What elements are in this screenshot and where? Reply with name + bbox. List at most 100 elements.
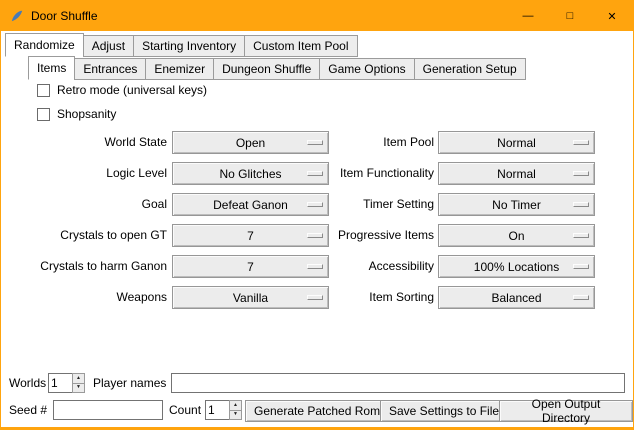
dropdown-value: Vanilla xyxy=(233,291,268,305)
tab-adjust[interactable]: Adjust xyxy=(83,35,134,57)
dropdown-value: 100% Locations xyxy=(474,260,559,274)
count-spinner-buttons: ▲ ▼ xyxy=(229,400,242,420)
shopsanity-checkbox[interactable]: Shopsanity xyxy=(37,106,116,122)
tab-custom-item-pool[interactable]: Custom Item Pool xyxy=(244,35,357,57)
generate-patched-rom-button[interactable]: Generate Patched Rom xyxy=(245,400,389,422)
dropdown-indicator-icon xyxy=(573,171,589,176)
worlds-spinner-buttons: ▲ ▼ xyxy=(72,373,85,393)
count-spinner-up[interactable]: ▲ xyxy=(229,400,242,411)
save-settings-button[interactable]: Save Settings to File xyxy=(380,400,508,422)
seed-label: Seed # xyxy=(9,397,47,423)
logic-level-dropdown[interactable]: No Glitches xyxy=(172,162,329,185)
worlds-spinner: ▲ ▼ xyxy=(48,373,85,393)
item-pool-dropdown[interactable]: Normal xyxy=(438,131,595,154)
crystals-harm-ganon-label: Crystals to harm Ganon xyxy=(1,251,167,282)
open-output-directory-button[interactable]: Open Output Directory xyxy=(499,400,633,422)
dropdown-value: 7 xyxy=(247,260,254,274)
tab-dungeon-shuffle[interactable]: Dungeon Shuffle xyxy=(213,58,320,80)
dropdown-value: Open xyxy=(236,136,265,150)
logic-level-label: Logic Level xyxy=(1,158,167,189)
dropdown-indicator-icon xyxy=(573,233,589,238)
item-functionality-dropdown[interactable]: Normal xyxy=(438,162,595,185)
settings-row: Goal Defeat Ganon Timer Setting No Timer xyxy=(1,189,633,220)
tab-generation-setup[interactable]: Generation Setup xyxy=(414,58,526,80)
accessibility-dropdown[interactable]: 100% Locations xyxy=(438,255,595,278)
settings-row: Logic Level No Glitches Item Functionali… xyxy=(1,158,633,189)
checkbox-box xyxy=(37,84,50,97)
dropdown-indicator-icon xyxy=(573,202,589,207)
dropdown-indicator-icon xyxy=(307,233,323,238)
dropdown-value: Normal xyxy=(497,136,536,150)
player-names-label: Player names xyxy=(93,371,166,395)
worlds-spinner-down[interactable]: ▼ xyxy=(72,384,85,394)
checkbox-label: Shopsanity xyxy=(57,107,116,121)
dropdown-indicator-icon xyxy=(307,202,323,207)
worlds-label: Worlds xyxy=(9,371,46,395)
checkbox-label: Retro mode (universal keys) xyxy=(57,83,207,97)
down-arrow-icon: ▼ xyxy=(233,412,238,417)
dropdown-indicator-icon xyxy=(307,140,323,145)
dropdown-value: Normal xyxy=(497,167,536,181)
crystals-open-gt-dropdown[interactable]: 7 xyxy=(172,224,329,247)
goal-dropdown[interactable]: Defeat Ganon xyxy=(172,193,329,216)
tab-game-options[interactable]: Game Options xyxy=(319,58,414,80)
dropdown-value: Defeat Ganon xyxy=(213,198,288,212)
window-controls: — □ ✕ xyxy=(507,1,633,31)
minimize-icon: — xyxy=(523,10,534,22)
weapons-dropdown[interactable]: Vanilla xyxy=(172,286,329,309)
up-arrow-icon: ▲ xyxy=(233,403,238,408)
settings-row: Crystals to open GT 7 Progressive Items … xyxy=(1,220,633,251)
tab-starting-inventory[interactable]: Starting Inventory xyxy=(133,35,245,57)
settings-grid: World State Open Item Pool Normal Logic … xyxy=(1,127,633,313)
worlds-input[interactable] xyxy=(48,373,72,393)
dropdown-indicator-icon xyxy=(307,171,323,176)
retro-mode-checkbox[interactable]: Retro mode (universal keys) xyxy=(37,82,207,98)
item-functionality-label: Item Functionality xyxy=(331,158,434,189)
count-input[interactable] xyxy=(205,400,229,420)
item-sorting-label: Item Sorting xyxy=(331,282,434,313)
footer-row-worlds: Worlds ▲ ▼ Player names xyxy=(1,371,633,395)
dropdown-indicator-icon xyxy=(307,295,323,300)
minimize-button[interactable]: — xyxy=(507,1,549,31)
count-spinner: ▲ ▼ xyxy=(205,400,242,420)
maximize-icon: □ xyxy=(567,10,574,22)
goal-label: Goal xyxy=(1,189,167,220)
dropdown-value: Balanced xyxy=(491,291,541,305)
dropdown-value: On xyxy=(508,229,524,243)
count-label: Count xyxy=(169,397,201,423)
count-spinner-down[interactable]: ▼ xyxy=(229,411,242,421)
close-icon: ✕ xyxy=(607,10,616,23)
tab-entrances[interactable]: Entrances xyxy=(74,58,146,80)
settings-row: Weapons Vanilla Item Sorting Balanced xyxy=(1,282,633,313)
window-body: Randomize Adjust Starting Inventory Cust… xyxy=(1,31,633,427)
progressive-items-label: Progressive Items xyxy=(331,220,434,251)
dropdown-value: 7 xyxy=(247,229,254,243)
crystals-open-gt-label: Crystals to open GT xyxy=(1,220,167,251)
worlds-spinner-up[interactable]: ▲ xyxy=(72,373,85,384)
tab-randomize[interactable]: Randomize xyxy=(5,33,84,57)
seed-input[interactable] xyxy=(53,400,163,420)
up-arrow-icon: ▲ xyxy=(76,376,81,381)
checkbox-box xyxy=(37,108,50,121)
dropdown-value: No Glitches xyxy=(219,167,281,181)
item-sorting-dropdown[interactable]: Balanced xyxy=(438,286,595,309)
maximize-button[interactable]: □ xyxy=(549,1,591,31)
tab-enemizer[interactable]: Enemizer xyxy=(145,58,214,80)
dropdown-indicator-icon xyxy=(573,264,589,269)
world-state-dropdown[interactable]: Open xyxy=(172,131,329,154)
dropdown-indicator-icon xyxy=(573,295,589,300)
main-tab-bar: Randomize Adjust Starting Inventory Cust… xyxy=(5,33,357,57)
dropdown-indicator-icon xyxy=(307,264,323,269)
player-names-input[interactable] xyxy=(171,373,625,393)
world-state-label: World State xyxy=(1,127,167,158)
timer-setting-dropdown[interactable]: No Timer xyxy=(438,193,595,216)
window-title: Door Shuffle xyxy=(31,9,98,23)
down-arrow-icon: ▼ xyxy=(76,385,81,390)
close-button[interactable]: ✕ xyxy=(591,1,633,31)
crystals-harm-ganon-dropdown[interactable]: 7 xyxy=(172,255,329,278)
progressive-items-dropdown[interactable]: On xyxy=(438,224,595,247)
tab-items[interactable]: Items xyxy=(28,56,75,80)
door-shuffle-window: Door Shuffle — □ ✕ Randomize Adjust Star… xyxy=(0,0,634,430)
sub-tab-bar: Items Entrances Enemizer Dungeon Shuffle… xyxy=(28,56,525,80)
dropdown-indicator-icon xyxy=(573,140,589,145)
